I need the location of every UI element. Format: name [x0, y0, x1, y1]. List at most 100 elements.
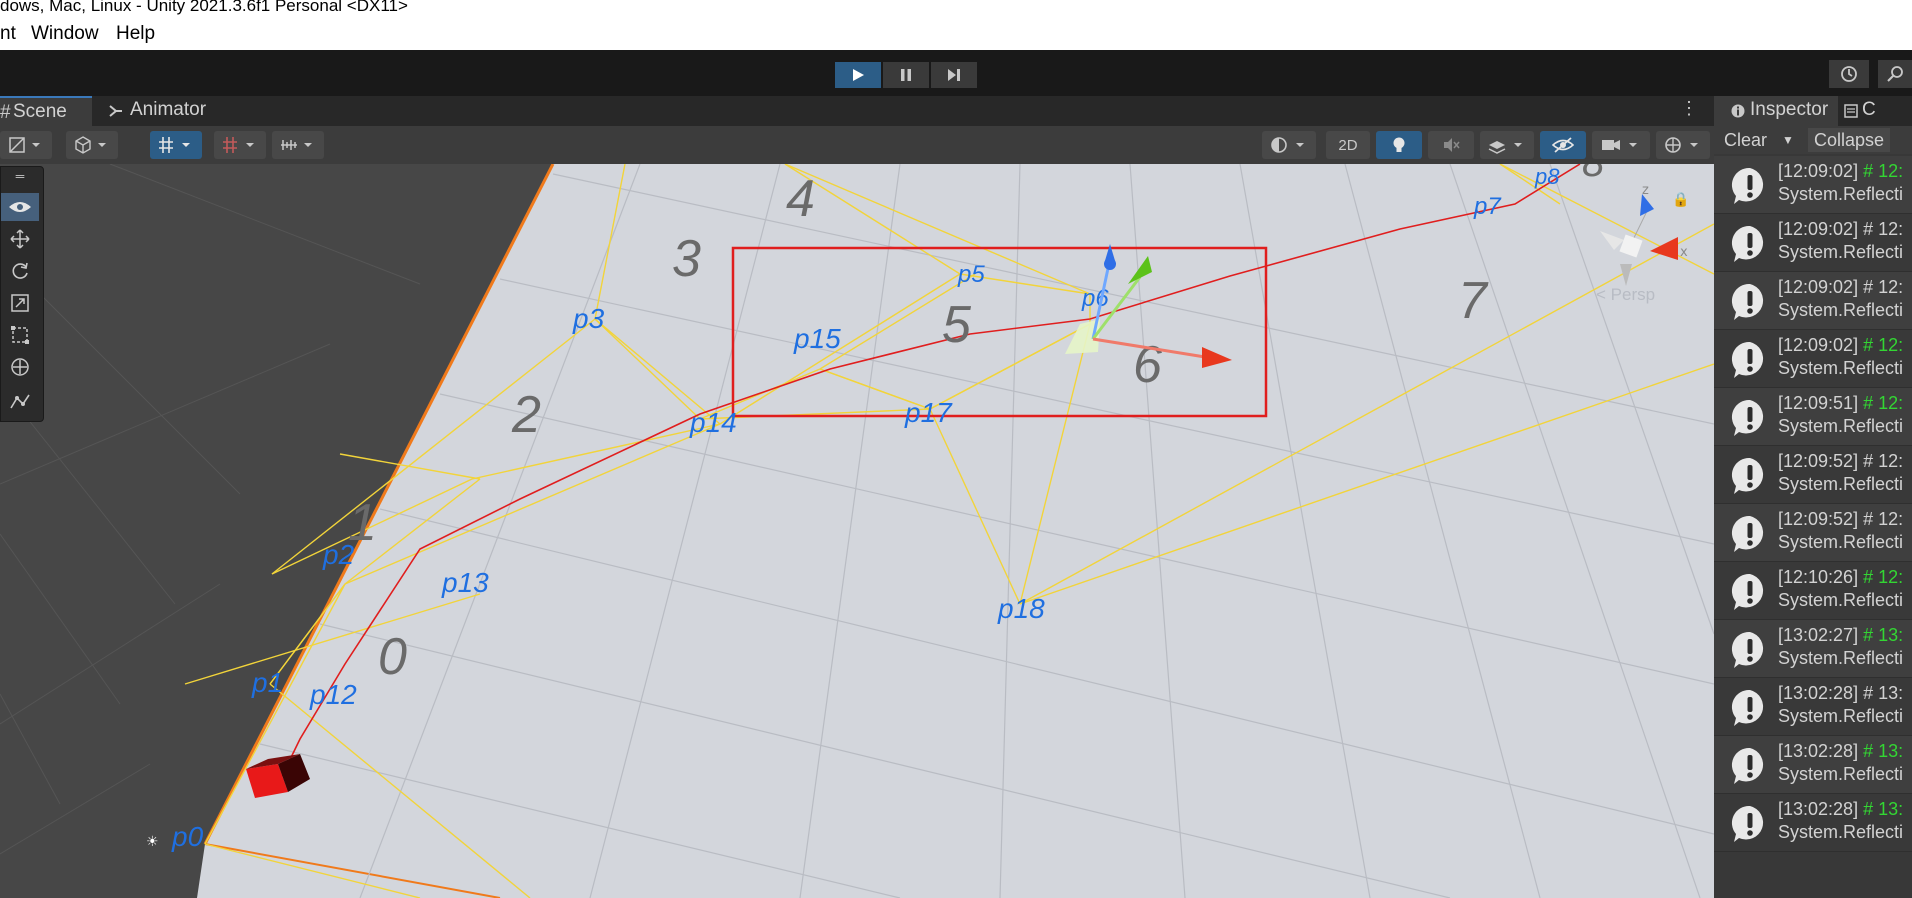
grid-snap-dropdown[interactable] — [150, 131, 202, 159]
log-timestamp: [12:09:02] # 12: — [1778, 335, 1903, 356]
scene-tools-panel: ═ — [0, 166, 44, 422]
console-log-entry[interactable]: [12:09:02] # 12: System.Reflecti — [1714, 156, 1912, 214]
playback-controls — [835, 62, 977, 88]
log-timestamp: [12:09:51] # 12: — [1778, 393, 1903, 414]
region-label-4: 4 — [786, 170, 815, 228]
toggle-2d-button[interactable]: 2D — [1326, 131, 1370, 159]
warning-icon — [1731, 747, 1764, 784]
log-hash-text: # 12: — [1863, 509, 1904, 529]
console-log-entry[interactable]: [12:10:26] # 12: System.Reflecti — [1714, 562, 1912, 620]
log-timestamp: [13:02:28] # 13: — [1778, 799, 1903, 820]
warning-icon — [1731, 805, 1764, 842]
shading-dropdown[interactable] — [66, 131, 118, 159]
console-log-entry[interactable]: [13:02:27] # 13: System.Reflecti — [1714, 620, 1912, 678]
tab-console[interactable]: C — [1844, 96, 1912, 126]
main-toolbar — [0, 50, 1912, 96]
warning-icon — [1731, 283, 1764, 320]
more-options-icon[interactable]: ⋮ — [1680, 98, 1698, 119]
audio-toggle[interactable] — [1428, 131, 1474, 159]
log-timestamp: [13:02:27] # 13: — [1778, 625, 1903, 646]
eye-hidden-icon — [1552, 137, 1574, 153]
scene-viewport[interactable]: 0 1 2 3 4 5 6 7 8 p0 p1 p2 p3 p5 p6 p7 p… — [0, 164, 1714, 898]
custom-tool-button[interactable] — [1, 387, 39, 415]
transform-tool-button[interactable] — [1, 353, 39, 381]
menu-item-help[interactable]: Help — [116, 23, 155, 45]
gizmos-dropdown[interactable] — [1656, 131, 1710, 159]
tab-inspector-label: Inspector — [1750, 99, 1829, 120]
log-message: System.Reflecti — [1778, 416, 1904, 436]
warning-icon — [1731, 167, 1764, 204]
scale-icon — [11, 294, 29, 312]
console-log-entry[interactable]: [12:09:02] # 12: System.Reflecti — [1714, 330, 1912, 388]
rect-tool-button[interactable] — [1, 321, 39, 349]
console-log-entry[interactable]: [12:09:51] # 12: System.Reflecti — [1714, 388, 1912, 446]
log-message: System.Reflecti — [1778, 184, 1904, 204]
warning-icon — [1731, 631, 1764, 668]
warning-icon — [1731, 689, 1764, 726]
play-button[interactable] — [835, 62, 881, 88]
drag-handle-icon[interactable]: ═ — [1, 169, 39, 183]
lighting-toggle[interactable] — [1376, 131, 1422, 159]
console-log-entry[interactable]: [13:02:28] # 13: System.Reflecti — [1714, 736, 1912, 794]
console-toolbar: Clear ▼ Collapse — [1714, 126, 1912, 154]
eye-icon — [9, 202, 31, 212]
increment-snap-icon — [223, 137, 254, 153]
increment-snap-dropdown[interactable] — [214, 131, 266, 159]
move-icon — [10, 229, 30, 249]
tab-animator-label: Animator — [130, 99, 207, 120]
console-log-entry[interactable]: [12:09:02] # 12: System.Reflecti — [1714, 272, 1912, 330]
log-time-text: [13:02:28] — [1778, 741, 1859, 761]
point-label-p17: p17 — [904, 397, 953, 428]
hidden-objects-toggle[interactable] — [1540, 131, 1586, 159]
log-hash-text: # 12: — [1863, 451, 1904, 471]
tab-animator[interactable]: Animator — [104, 96, 214, 126]
console-log-list[interactable]: [12:09:02] # 12: System.Reflecti [12:09:02… — [1714, 156, 1912, 852]
history-button[interactable] — [1829, 60, 1869, 88]
console-log-entry[interactable]: [13:02:28] # 13: System.Reflecti — [1714, 794, 1912, 852]
log-time-text: [12:09:02] — [1778, 335, 1859, 355]
view-tool-button[interactable] — [1, 193, 39, 221]
camera-dropdown[interactable] — [1592, 131, 1650, 159]
collapse-button[interactable]: Collapse — [1808, 128, 1891, 152]
lightbulb-icon — [1393, 137, 1405, 152]
console-log-entry[interactable]: [12:09:52] # 12: System.Reflecti — [1714, 446, 1912, 504]
layers-icon — [1488, 141, 1522, 154]
light-icon[interactable]: ☀ — [146, 834, 159, 850]
rotate-tool-button[interactable] — [1, 257, 39, 285]
tab-inspector[interactable]: Inspector — [1714, 96, 1838, 126]
log-timestamp: [12:09:52] # 12: — [1778, 451, 1903, 472]
clear-dropdown-icon[interactable]: ▼ — [1782, 128, 1794, 152]
point-label-p2: p2 — [322, 539, 355, 570]
search-icon — [1887, 66, 1903, 82]
log-hash-text: # 12: — [1863, 567, 1904, 587]
point-label-p5: p5 — [957, 261, 985, 288]
tab-scene[interactable]: # Scene — [0, 96, 92, 126]
effects-dropdown[interactable] — [1480, 131, 1534, 159]
console-log-entry[interactable]: [13:02:28] # 13: System.Reflecti — [1714, 678, 1912, 736]
log-message: System.Reflecti — [1778, 358, 1904, 378]
window-title: dows, Mac, Linux - Unity 2021.3.6f1 Pers… — [0, 0, 1912, 16]
history-icon — [1841, 66, 1857, 82]
cube-icon — [75, 136, 106, 154]
menu-item-window[interactable]: Window — [31, 23, 99, 45]
move-tool-button[interactable] — [1, 225, 39, 253]
clear-button[interactable]: Clear — [1724, 128, 1767, 152]
scene-canvas[interactable]: 0 1 2 3 4 5 6 7 8 p0 p1 p2 p3 p5 p6 p7 p… — [0, 164, 1714, 898]
scene-toolbar: 2D — [0, 126, 1714, 164]
rotate-icon — [12, 262, 28, 279]
ruler-dropdown[interactable] — [272, 131, 324, 159]
draw-mode-dropdown[interactable] — [0, 131, 52, 159]
pause-button[interactable] — [883, 62, 929, 88]
console-log-entry[interactable]: [12:09:52] # 12: System.Reflecti — [1714, 504, 1912, 562]
search-button[interactable] — [1878, 60, 1912, 88]
log-time-text: [12:09:51] — [1778, 393, 1859, 413]
step-button[interactable] — [931, 62, 977, 88]
lock-icon[interactable]: 🔒 — [1672, 192, 1689, 208]
menu-item-component[interactable]: nt — [0, 23, 16, 45]
point-label-p0: p0 — [171, 821, 204, 852]
scale-tool-button[interactable] — [1, 289, 39, 317]
console-log-entry[interactable]: [12:09:02] # 12: System.Reflecti — [1714, 214, 1912, 272]
render-mode-dropdown[interactable] — [1262, 131, 1316, 159]
camera-icon — [1602, 140, 1637, 150]
persp-label: < Persp — [1596, 285, 1655, 304]
